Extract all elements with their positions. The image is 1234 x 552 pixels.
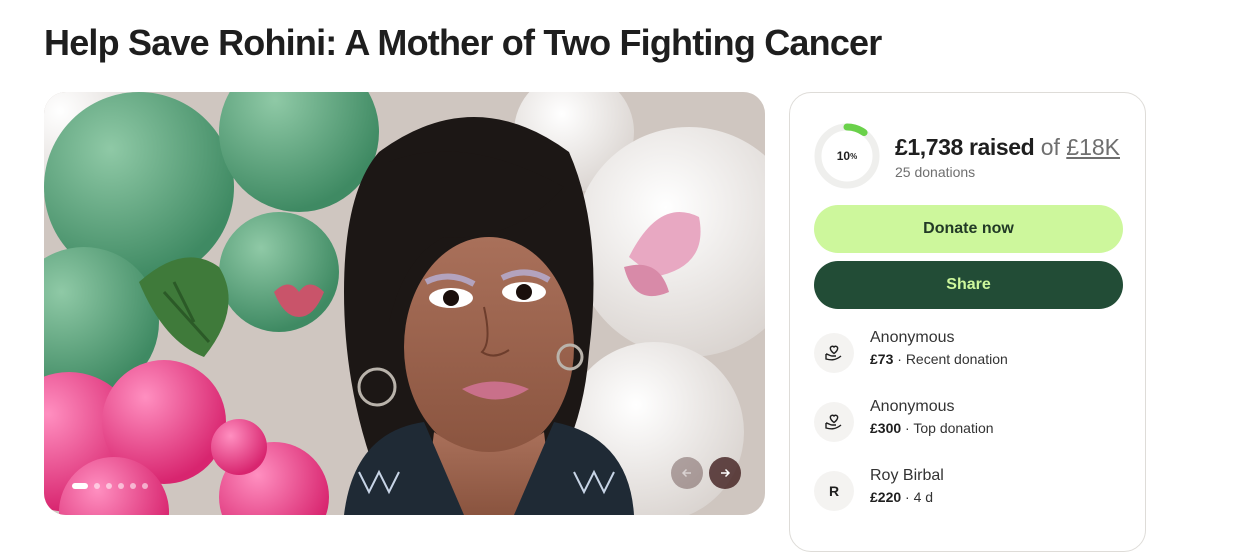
donor-avatar: R bbox=[814, 471, 854, 511]
donation-meta: £220 · 4 d bbox=[870, 489, 934, 505]
heart-hand-icon bbox=[825, 345, 842, 361]
donation-amount: £220 bbox=[870, 489, 902, 505]
donate-now-button[interactable]: Donate now bbox=[814, 205, 1123, 253]
share-button[interactable]: Share bbox=[814, 261, 1123, 309]
goal-amount[interactable]: £18K bbox=[1066, 134, 1120, 160]
donor-avatar bbox=[814, 333, 854, 373]
donor-avatar bbox=[814, 402, 854, 442]
donation-list-item: R Roy Birbal £220 · 4 d bbox=[814, 467, 1123, 511]
carousel-next-button[interactable] bbox=[709, 457, 741, 489]
carousel-dot[interactable] bbox=[118, 483, 124, 489]
page-title: Help Save Rohini: A Mother of Two Fighti… bbox=[44, 22, 882, 63]
donation-detail: Top donation bbox=[913, 420, 994, 436]
amount-raised: £1,738 raised bbox=[895, 134, 1035, 160]
donation-list-item: Anonymous £73 · Recent donation bbox=[814, 329, 1123, 373]
donor-name: Anonymous bbox=[870, 329, 955, 346]
carousel-dot[interactable] bbox=[94, 483, 100, 489]
fundraiser-photo bbox=[44, 92, 765, 515]
donation-list-item: Anonymous £300 · Top donation bbox=[814, 398, 1123, 442]
donor-initial: R bbox=[828, 483, 840, 499]
heart-hand-icon bbox=[825, 414, 842, 430]
carousel-dot-active[interactable] bbox=[72, 483, 88, 489]
progress-percent-sign: % bbox=[850, 151, 858, 161]
progress-percent-value: 10 bbox=[836, 149, 851, 163]
donation-meta: £73 · Recent donation bbox=[870, 351, 1008, 367]
donation-meta: £300 · Top donation bbox=[870, 420, 994, 436]
arrow-right-icon bbox=[721, 468, 731, 478]
carousel-indicators bbox=[72, 483, 148, 489]
donation-card: 10% £1,738 raised of £18K 25 donations D… bbox=[789, 92, 1146, 552]
carousel-dot[interactable] bbox=[106, 483, 112, 489]
donation-detail: 4 d bbox=[913, 489, 934, 505]
donation-count: 25 donations bbox=[895, 164, 976, 180]
donor-name: Anonymous bbox=[870, 398, 955, 415]
carousel-dot[interactable] bbox=[130, 483, 136, 489]
carousel-dot[interactable] bbox=[142, 483, 148, 489]
donation-detail: Recent donation bbox=[905, 351, 1008, 367]
amount-of-label: of bbox=[1040, 134, 1060, 160]
amount-raised-line: £1,738 raised of £18K bbox=[895, 134, 1120, 161]
carousel-prev-button[interactable] bbox=[671, 457, 703, 489]
donation-amount: £73 bbox=[870, 351, 894, 367]
donation-amount: £300 bbox=[870, 420, 902, 436]
progress-percent: 10% bbox=[814, 123, 880, 189]
fundraiser-photo-carousel[interactable] bbox=[44, 92, 765, 515]
arrow-left-icon bbox=[681, 468, 691, 478]
donor-name: Roy Birbal bbox=[870, 467, 944, 484]
progress-ring: 10% bbox=[814, 123, 880, 189]
